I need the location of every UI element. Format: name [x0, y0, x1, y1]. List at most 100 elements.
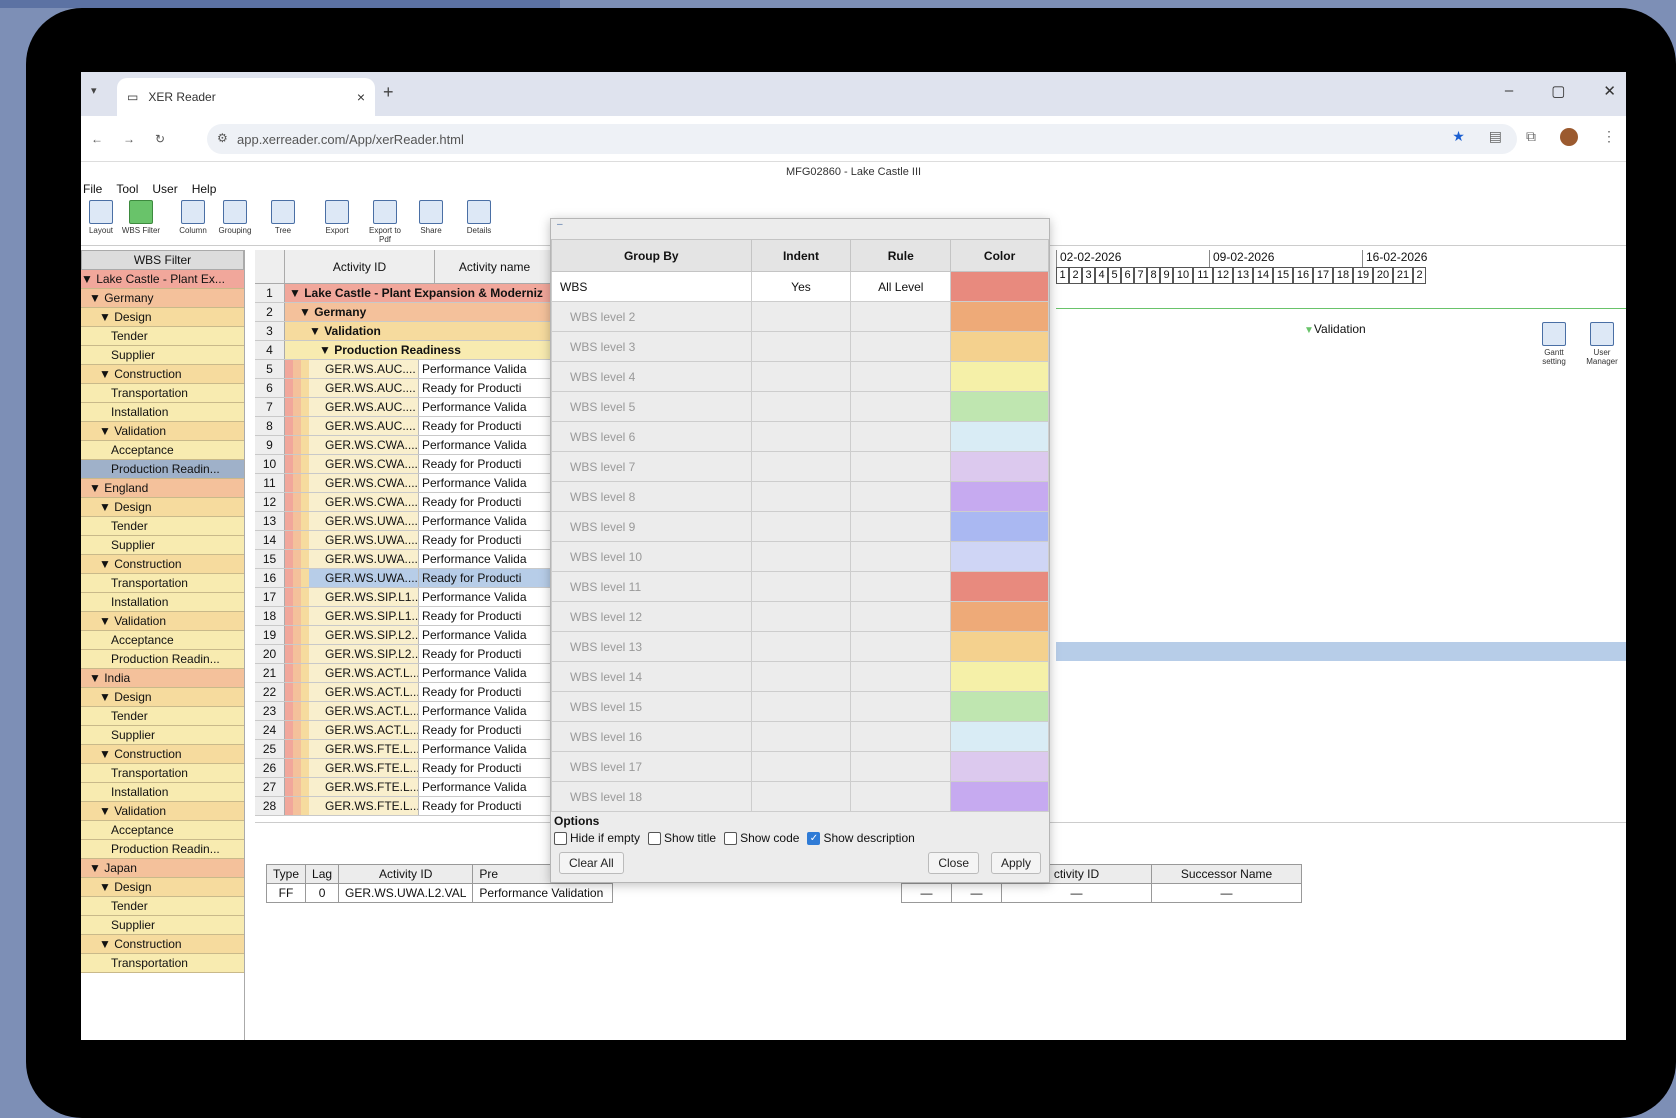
group-by-cell[interactable]: WBS level 3	[551, 331, 752, 362]
site-info-icon[interactable]: ⚙	[217, 131, 228, 145]
color-swatch[interactable]	[950, 691, 1049, 722]
rule-cell[interactable]	[850, 361, 952, 392]
table-row[interactable]: 26 GER.WS.FTE.L... Ready for Producti	[255, 759, 555, 778]
wbs-filter-item[interactable]: Production Readin...	[81, 840, 244, 859]
table-row[interactable]: 27 GER.WS.FTE.L... Performance Valida	[255, 778, 555, 797]
wbs-filter-item[interactable]: Acceptance	[81, 631, 244, 650]
group-by-cell[interactable]: WBS level 8	[551, 481, 752, 512]
group-level-row[interactable]: WBS level 12	[551, 601, 1049, 632]
wbs-filter-item[interactable]: Supplier	[81, 536, 244, 555]
indent-cell[interactable]	[750, 661, 852, 692]
color-swatch[interactable]	[950, 511, 1049, 542]
unchecked-box-icon[interactable]	[648, 832, 662, 846]
group-by-cell[interactable]: WBS level 9	[551, 511, 752, 542]
wbs-filter-item[interactable]: Acceptance	[81, 821, 244, 840]
color-swatch[interactable]	[950, 421, 1049, 452]
wbs-filter-item[interactable]: Transportation	[81, 384, 244, 403]
color-swatch[interactable]	[950, 391, 1049, 422]
color-swatch[interactable]	[950, 661, 1049, 692]
wbs-filter-item[interactable]: Tender	[81, 327, 244, 346]
grouping-button[interactable]: Grouping	[215, 200, 255, 235]
tab-search-icon[interactable]: ▾	[91, 84, 97, 97]
profile-avatar[interactable]	[1560, 128, 1578, 146]
rule-cell[interactable]	[850, 751, 952, 782]
minimize-icon[interactable]: –	[1505, 82, 1513, 100]
rule-cell[interactable]	[850, 331, 952, 362]
group-level-row[interactable]: WBS level 16	[551, 721, 1049, 752]
group-level-row[interactable]: WBS level 2	[551, 301, 1049, 332]
details-button[interactable]: Details	[459, 200, 499, 235]
table-row[interactable]: 18 GER.WS.SIP.L1... Ready for Producti	[255, 607, 555, 626]
group-by-cell[interactable]: WBS level 5	[551, 391, 752, 422]
wbs-filter-item[interactable]: Acceptance	[81, 441, 244, 460]
checked-box-icon[interactable]: ✓	[807, 832, 821, 846]
group-row[interactable]: 2 ▼ Germany	[255, 303, 555, 322]
wbs-filter-item[interactable]: ▼ Validation	[81, 802, 244, 821]
successor-row[interactable]: — — — —	[901, 883, 1302, 903]
group-by-cell[interactable]: WBS level 2	[551, 301, 752, 332]
group-row[interactable]: 3 ▼ Validation	[255, 322, 555, 341]
table-row[interactable]: 20 GER.WS.SIP.L2... Ready for Producti	[255, 645, 555, 664]
group-level-row[interactable]: WBS level 17	[551, 751, 1049, 782]
export-button[interactable]: Export	[317, 200, 357, 235]
export-pdf-button[interactable]: Export to Pdf	[365, 200, 405, 244]
rule-cell[interactable]	[850, 781, 952, 812]
wbs-filter-item[interactable]: ▼ Japan	[81, 859, 244, 878]
wbs-filter-item[interactable]: Supplier	[81, 346, 244, 365]
indent-cell[interactable]	[750, 361, 852, 392]
group-level-row[interactable]: WBS level 7	[551, 451, 1049, 482]
browser-tab[interactable]: ▭ XER Reader ×	[117, 78, 375, 116]
wbs-filter-item[interactable]: Installation	[81, 593, 244, 612]
rule-cell[interactable]	[850, 601, 952, 632]
reading-list-icon[interactable]: ▤	[1489, 128, 1502, 146]
close-window-icon[interactable]: ✕	[1603, 82, 1616, 100]
option-checkbox[interactable]: Hide if empty	[554, 831, 640, 846]
wbs-filter-item[interactable]: ▼ Design	[81, 308, 244, 327]
wbs-filter-item[interactable]: ▼ Validation	[81, 422, 244, 441]
color-swatch[interactable]	[950, 301, 1049, 332]
wbs-filter-item[interactable]: ▼ Construction	[81, 555, 244, 574]
color-swatch[interactable]	[950, 361, 1049, 392]
table-row[interactable]: 5 GER.WS.AUC.... Performance Valida	[255, 360, 555, 379]
wbs-filter-item[interactable]: Supplier	[81, 726, 244, 745]
group-level-row[interactable]: WBS level 5	[551, 391, 1049, 422]
rule-cell[interactable]	[850, 541, 952, 572]
color-swatch[interactable]	[950, 781, 1049, 812]
back-icon[interactable]: ←	[91, 132, 103, 146]
group-by-cell[interactable]: WBS level 13	[551, 631, 752, 662]
group-by-cell[interactable]: WBS level 12	[551, 601, 752, 632]
color-swatch[interactable]	[950, 541, 1049, 572]
reload-icon[interactable]: ↻	[155, 132, 165, 146]
table-row[interactable]: 15 GER.WS.UWA.... Performance Valida	[255, 550, 555, 569]
group-by-cell[interactable]: WBS level 6	[551, 421, 752, 452]
group-level-row[interactable]: WBS level 11	[551, 571, 1049, 602]
wbs-filter-item[interactable]: ▼ Lake Castle - Plant Ex...	[81, 270, 244, 289]
wbs-filter-item[interactable]: Tender	[81, 707, 244, 726]
group-row[interactable]: 4 ▼ Production Readiness	[255, 341, 555, 360]
url-field[interactable]: ⚙ app.xerreader.com/App/xerReader.html	[207, 124, 1517, 154]
table-row[interactable]: 16 GER.WS.UWA.... Ready for Producti	[255, 569, 555, 588]
rule-cell[interactable]	[850, 481, 952, 512]
layout-button[interactable]: Layout	[81, 200, 121, 235]
column-button[interactable]: Column	[173, 200, 213, 235]
predecessor-row[interactable]: FF 0 GER.WS.UWA.L2.VAL Performance Valid…	[265, 883, 614, 903]
color-swatch[interactable]	[950, 721, 1049, 752]
wbs-filter-item[interactable]: ▼ Construction	[81, 365, 244, 384]
group-by-cell[interactable]: WBS level 11	[551, 571, 752, 602]
group-row[interactable]: 1 ▼ Lake Castle - Plant Expansion & Moder…	[255, 284, 555, 303]
color-swatch[interactable]	[950, 451, 1049, 482]
column-header-activity-name[interactable]: Activity name	[435, 250, 555, 283]
color-swatch[interactable]	[950, 631, 1049, 662]
rule-cell[interactable]	[850, 661, 952, 692]
wbs-filter-item[interactable]: Installation	[81, 403, 244, 422]
rule-cell[interactable]	[850, 631, 952, 662]
table-row[interactable]: 28 GER.WS.FTE.L... Ready for Producti	[255, 797, 555, 816]
indent-cell[interactable]	[750, 691, 852, 722]
apply-button[interactable]: Apply	[990, 852, 1041, 874]
indent-cell[interactable]	[750, 421, 852, 452]
indent-cell[interactable]	[750, 601, 852, 632]
maximize-icon[interactable]: ▢	[1551, 82, 1565, 100]
gantt-selected-row[interactable]	[1056, 642, 1626, 661]
indent-cell[interactable]	[750, 451, 852, 482]
table-row[interactable]: 13 GER.WS.UWA.... Performance Valida	[255, 512, 555, 531]
